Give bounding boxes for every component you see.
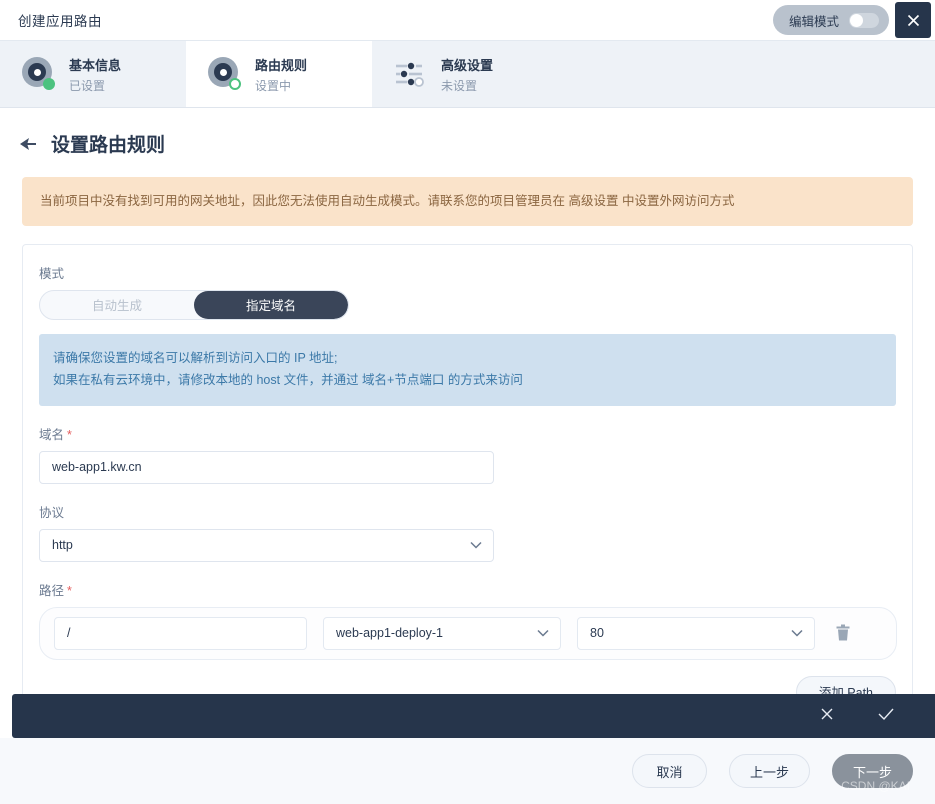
path-service-select[interactable]: web-app1-deploy-1 — [323, 616, 561, 650]
chevron-down-icon — [791, 629, 803, 637]
domain-group: 域名 * web-app1.kw.cn — [39, 424, 896, 484]
step-advanced-settings-text: 高级设置 未设置 — [441, 55, 493, 94]
step-title: 路由规则 — [255, 57, 308, 73]
edit-mode-label: 编辑模式 — [788, 14, 839, 29]
dialog-body: 设置路由规则 当前项目中没有找到可用的网关地址，因此您无法使用自动生成模式。请联… — [0, 108, 935, 738]
step-title: 基本信息 — [69, 57, 122, 73]
protocol-label: 协议 — [39, 505, 65, 520]
step-title: 高级设置 — [441, 57, 494, 73]
path-group: 路径 * / web-app1-deploy-1 80 添加 Path — [39, 580, 897, 708]
protocol-select[interactable]: http — [39, 528, 494, 562]
warning-banner: 当前项目中没有找到可用的网关地址，因此您无法使用自动生成模式。请联系您的项目管理… — [22, 177, 913, 226]
floating-action-bar — [12, 694, 935, 738]
info-line-1: 请确保您设置的域名可以解析到访问入口的 IP 地址; — [53, 350, 338, 365]
step-route-rules[interactable]: 路由规则 设置中 — [186, 41, 372, 107]
domain-label: 域名 * — [39, 424, 896, 443]
step-basic-info-text: 基本信息 已设置 — [69, 55, 121, 94]
cancel-button[interactable]: 取消 — [631, 754, 707, 788]
mode-option-custom-domain[interactable]: 指定域名 — [194, 290, 348, 319]
close-icon — [907, 14, 919, 26]
next-step-button[interactable]: 下一步 — [831, 754, 913, 788]
path-value-input[interactable]: / — [54, 616, 307, 650]
title-bar-actions: 编辑模式 — [772, 0, 935, 40]
step-status: 设置中 — [255, 78, 292, 93]
action-cancel-button[interactable] — [819, 706, 835, 727]
protocol-value: http — [52, 538, 73, 552]
step-status: 未设置 — [441, 78, 478, 93]
step-status: 已设置 — [69, 78, 106, 93]
switch-knob — [850, 13, 863, 27]
step-basic-info-icon — [22, 57, 56, 91]
domain-input[interactable]: web-app1.kw.cn — [39, 450, 494, 484]
check-icon — [878, 708, 894, 720]
window-title: 创建应用路由 — [18, 14, 102, 29]
path-port-value: 80 — [590, 626, 604, 640]
page-title: 设置路由规则 — [51, 135, 166, 156]
stepper: 基本信息 已设置 路由规则 设置中 高级设置 未设置 — [0, 40, 935, 108]
back-arrow-icon[interactable] — [18, 135, 38, 153]
mode-segmented-control[interactable]: 自动生成 指定域名 — [39, 289, 349, 320]
chevron-down-icon — [537, 629, 549, 637]
step-basic-info[interactable]: 基本信息 已设置 — [0, 41, 186, 107]
create-app-route-dialog: 创建应用路由 编辑模式 基本信息 已设置 路由规则 设置中 高级设置 未设置 设… — [0, 0, 935, 804]
step-route-rules-icon — [208, 57, 242, 91]
route-rule-card: 模式 自动生成 指定域名 请确保您设置的域名可以解析到访问入口的 IP 地址; … — [22, 243, 913, 729]
step-advanced-settings-icon — [394, 57, 428, 91]
edit-mode-toggle[interactable]: 编辑模式 — [772, 5, 889, 35]
previous-step-button[interactable]: 上一步 — [728, 754, 810, 788]
domain-label-text: 域名 — [39, 427, 65, 442]
step-advanced-settings[interactable]: 高级设置 未设置 — [372, 41, 558, 107]
dialog-footer: 取消 上一步 下一步 CSDN @KAI — [0, 738, 935, 804]
mode-label: 模式 — [39, 266, 65, 281]
info-box: 请确保您设置的域名可以解析到访问入口的 IP 地址; 如果在私有云环境中，请修改… — [39, 333, 896, 406]
status-ring-active-icon — [229, 78, 241, 90]
edit-mode-switch[interactable] — [849, 12, 879, 28]
sliders-icon — [396, 62, 424, 87]
close-button[interactable] — [895, 2, 931, 38]
path-required-mark: * — [67, 583, 72, 598]
protocol-group: 协议 http — [39, 502, 896, 562]
delete-path-button[interactable] — [835, 624, 851, 642]
page-content: 当前项目中没有找到可用的网关地址，因此您无法使用自动生成模式。请联系您的项目管理… — [0, 177, 935, 729]
step-route-rules-text: 路由规则 设置中 — [255, 55, 307, 94]
path-row: / web-app1-deploy-1 80 — [39, 606, 897, 660]
path-label-text: 路径 — [39, 583, 65, 598]
path-label: 路径 * — [39, 580, 896, 599]
info-line-2: 如果在私有云环境中，请修改本地的 host 文件，并通过 域名+节点端口 的方式… — [53, 372, 523, 387]
action-confirm-button[interactable] — [877, 706, 895, 727]
path-port-select[interactable]: 80 — [577, 616, 815, 650]
path-service-value: web-app1-deploy-1 — [336, 626, 444, 640]
trash-icon — [836, 624, 850, 641]
page-header: 设置路由规则 — [0, 108, 935, 177]
status-dot-done-icon — [43, 78, 55, 90]
mode-option-auto[interactable]: 自动生成 — [40, 291, 194, 319]
domain-required-mark: * — [67, 427, 72, 442]
close-icon — [821, 708, 833, 719]
title-bar: 创建应用路由 编辑模式 — [0, 0, 935, 40]
chevron-down-icon — [470, 541, 482, 549]
